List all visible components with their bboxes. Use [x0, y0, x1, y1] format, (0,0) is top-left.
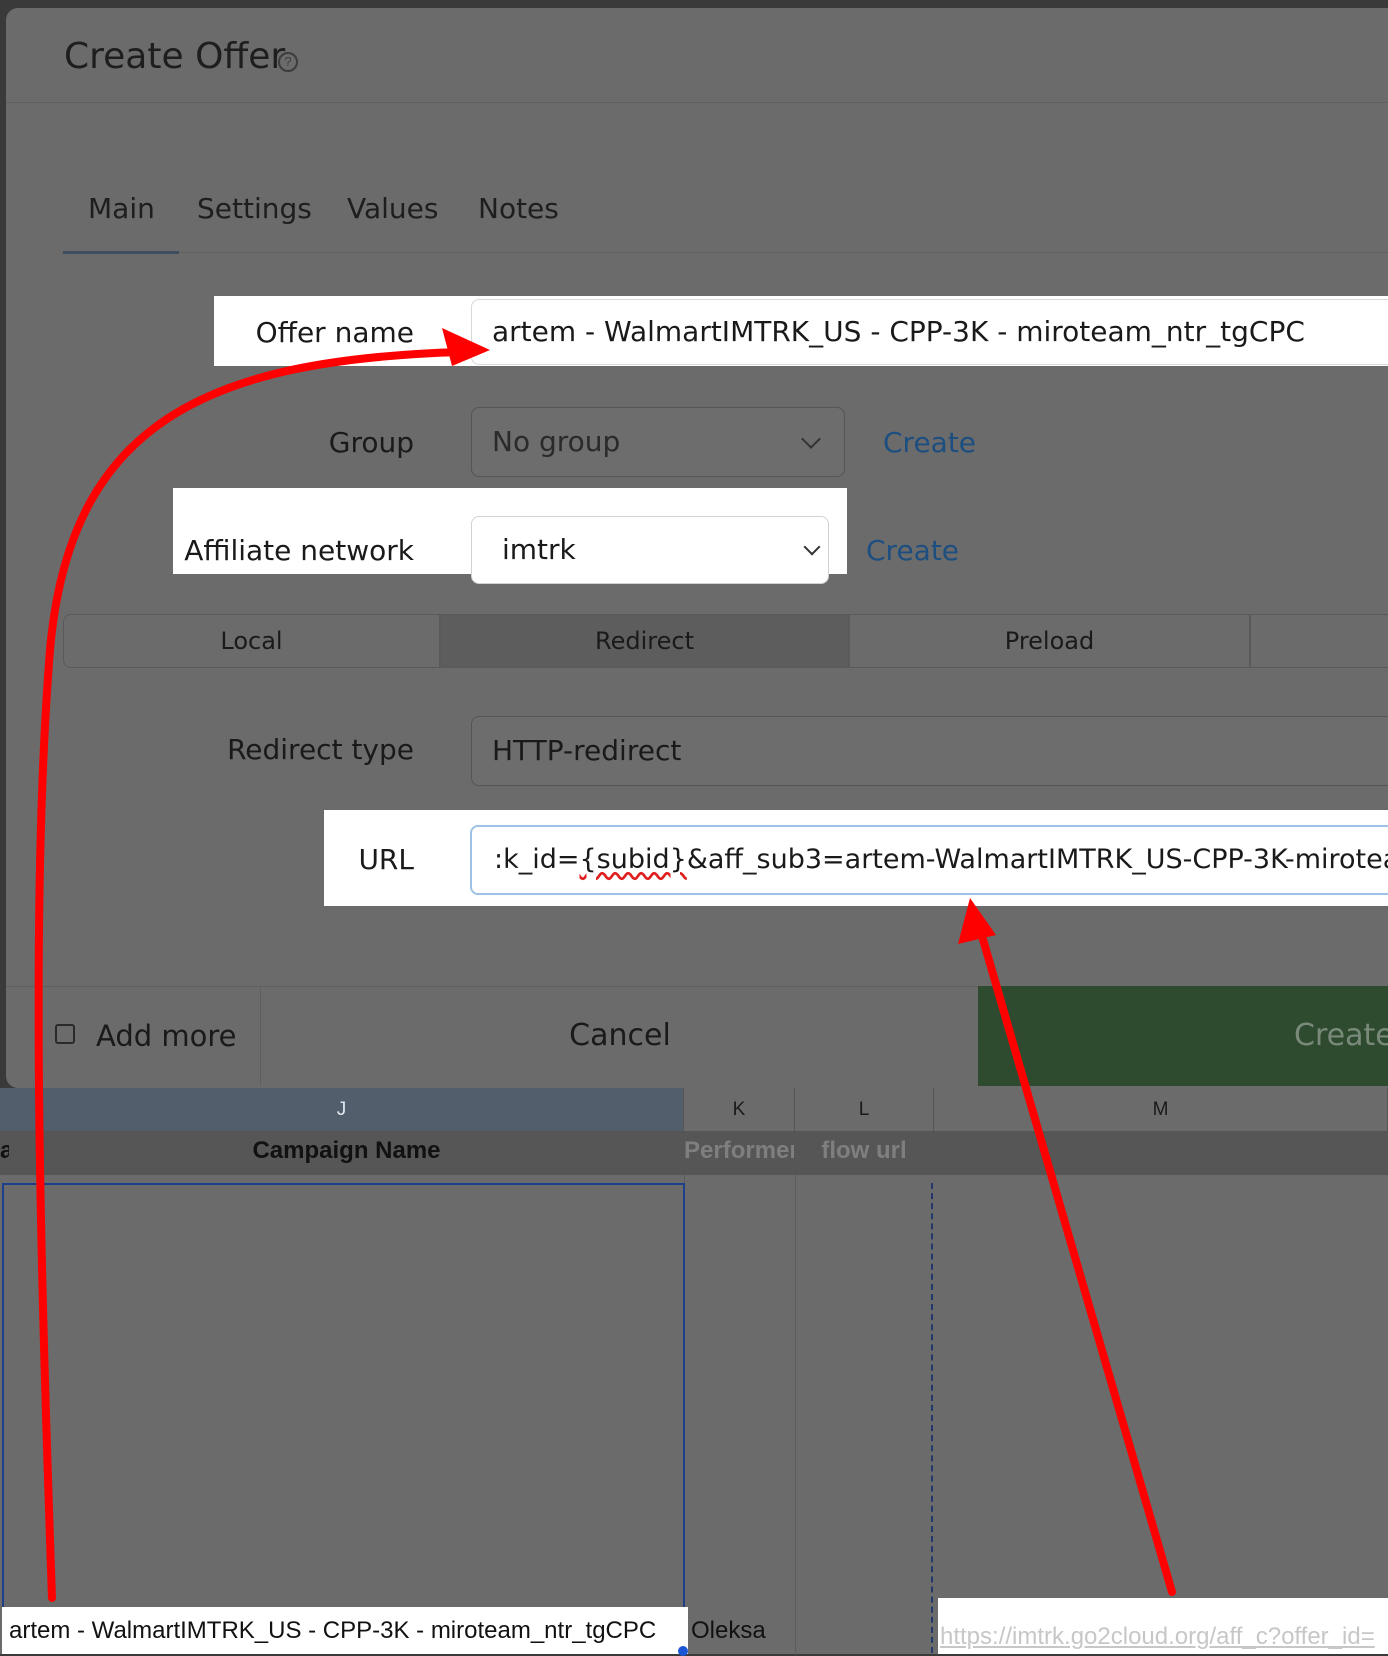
header-cell-flow-url[interactable]: flow url — [795, 1132, 934, 1170]
tab-main[interactable]: Main — [88, 192, 155, 225]
cell-performer[interactable]: Oleksa — [688, 1607, 795, 1654]
affiliate-network-value: imtrk — [502, 533, 576, 566]
group-select[interactable]: No group — [471, 407, 845, 477]
header-cell-performer[interactable]: Performer — [684, 1132, 795, 1170]
column-header-l[interactable]: L — [795, 1088, 934, 1132]
group-label: Group — [328, 426, 414, 459]
create-button[interactable]: Create — [978, 986, 1388, 1086]
create-affiliate-network-link[interactable]: Create — [866, 534, 959, 567]
modal-title: Create Offer — [64, 36, 286, 77]
column-header-j[interactable]: J — [0, 1088, 684, 1132]
chevron-down-icon — [801, 429, 821, 449]
fill-handle[interactable] — [678, 1646, 688, 1656]
offer-name-label: Offer name — [255, 316, 414, 349]
spreadsheet: J K L M a Campaign Name Performer flow u… — [0, 1088, 1388, 1655]
chevron-down-icon — [803, 538, 821, 556]
create-group-link[interactable]: Create — [883, 426, 976, 459]
redirect-type-label: Redirect type — [227, 733, 414, 766]
group-select-value: No group — [492, 425, 621, 458]
frozen-row-divider — [0, 1170, 1388, 1175]
add-more-label: Add more — [96, 1019, 237, 1053]
segment-more[interactable] — [1250, 614, 1388, 668]
segment-local[interactable]: Local — [63, 614, 440, 668]
offer-name-input[interactable]: artem - WalmartIMTRK_US - CPP-3K - mirot… — [471, 299, 1388, 365]
help-icon[interactable]: ? — [278, 52, 298, 72]
url-input[interactable]: :k_id={subid}&aff_sub3=artem-WalmartIMTR… — [470, 825, 1388, 895]
affiliate-network-select[interactable]: imtrk — [471, 516, 829, 584]
selection-range — [2, 1183, 685, 1651]
redirect-type-select[interactable]: HTTP-redirect — [471, 716, 1388, 786]
segment-redirect[interactable]: Redirect — [440, 614, 849, 668]
header-cell-prev[interactable]: a — [0, 1132, 10, 1170]
copy-marquee — [931, 1183, 933, 1653]
active-tab-indicator — [63, 251, 179, 254]
tab-bar: Main Settings Values Notes — [63, 168, 1388, 254]
tab-notes[interactable]: Notes — [478, 192, 559, 225]
add-more-checkbox[interactable] — [55, 1024, 75, 1044]
header-cell-m[interactable] — [934, 1132, 1388, 1170]
modal-header: Create Offer ? — [6, 8, 1388, 103]
segment-preload[interactable]: Preload — [849, 614, 1250, 668]
affiliate-network-label: Affiliate network — [184, 534, 414, 567]
header-cell-campaign-name[interactable]: Campaign Name — [10, 1132, 684, 1170]
grid-line — [795, 1175, 796, 1655]
tab-values[interactable]: Values — [347, 192, 438, 225]
url-text-suffix: &aff_sub3=artem-WalmartIMTRK_US-CPP-3K-m… — [686, 844, 1388, 875]
url-text-prefix: :k_id= — [494, 844, 580, 875]
cancel-button[interactable]: Cancel — [260, 986, 979, 1086]
cell-flow-url-link[interactable]: https://imtrk.go2cloud.org/aff_c?offer_i… — [938, 1598, 1388, 1654]
cell-campaign-name[interactable]: artem - WalmartIMTRK_US - CPP-3K - mirot… — [2, 1607, 688, 1654]
column-header-m[interactable]: M — [934, 1088, 1388, 1132]
url-label: URL — [358, 843, 414, 876]
column-header-k[interactable]: K — [684, 1088, 795, 1132]
url-subid-token: {subid} — [579, 844, 687, 875]
tab-settings[interactable]: Settings — [197, 192, 312, 225]
